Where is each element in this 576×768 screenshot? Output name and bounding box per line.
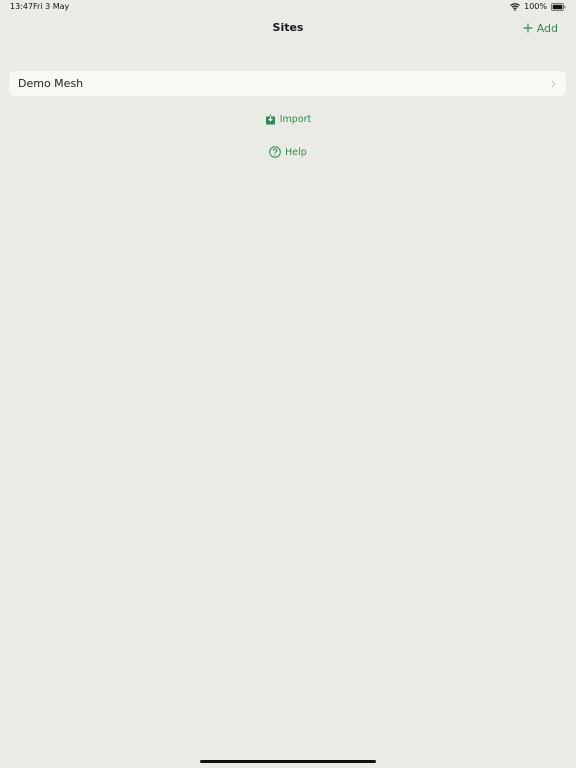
plus-icon [523,23,533,33]
help-icon [269,146,281,158]
help-row: Help [0,144,576,160]
add-button-label: Add [536,21,558,35]
battery-percent: 100% [524,2,547,11]
import-button[interactable]: Import [265,113,312,125]
import-row: Import [0,111,576,127]
help-label: Help [285,146,307,158]
import-icon [265,114,276,125]
add-site-button[interactable]: Add [523,20,558,36]
page-title: Sites [272,21,304,34]
site-row-demo-mesh[interactable]: Demo Mesh [9,71,566,96]
battery-icon [551,3,566,11]
import-label: Import [279,113,312,125]
wifi-icon [510,3,521,11]
site-name: Demo Mesh [18,77,84,90]
status-bar: 13:47 Fri 3 May 100% [0,0,576,14]
chevron-right-icon [551,79,556,88]
status-indicators: 100% [510,0,566,14]
help-button[interactable]: Help [269,146,307,158]
home-indicator[interactable] [200,760,376,763]
status-date: Fri 3 May [33,2,70,11]
status-time: 13:47 [10,2,34,11]
